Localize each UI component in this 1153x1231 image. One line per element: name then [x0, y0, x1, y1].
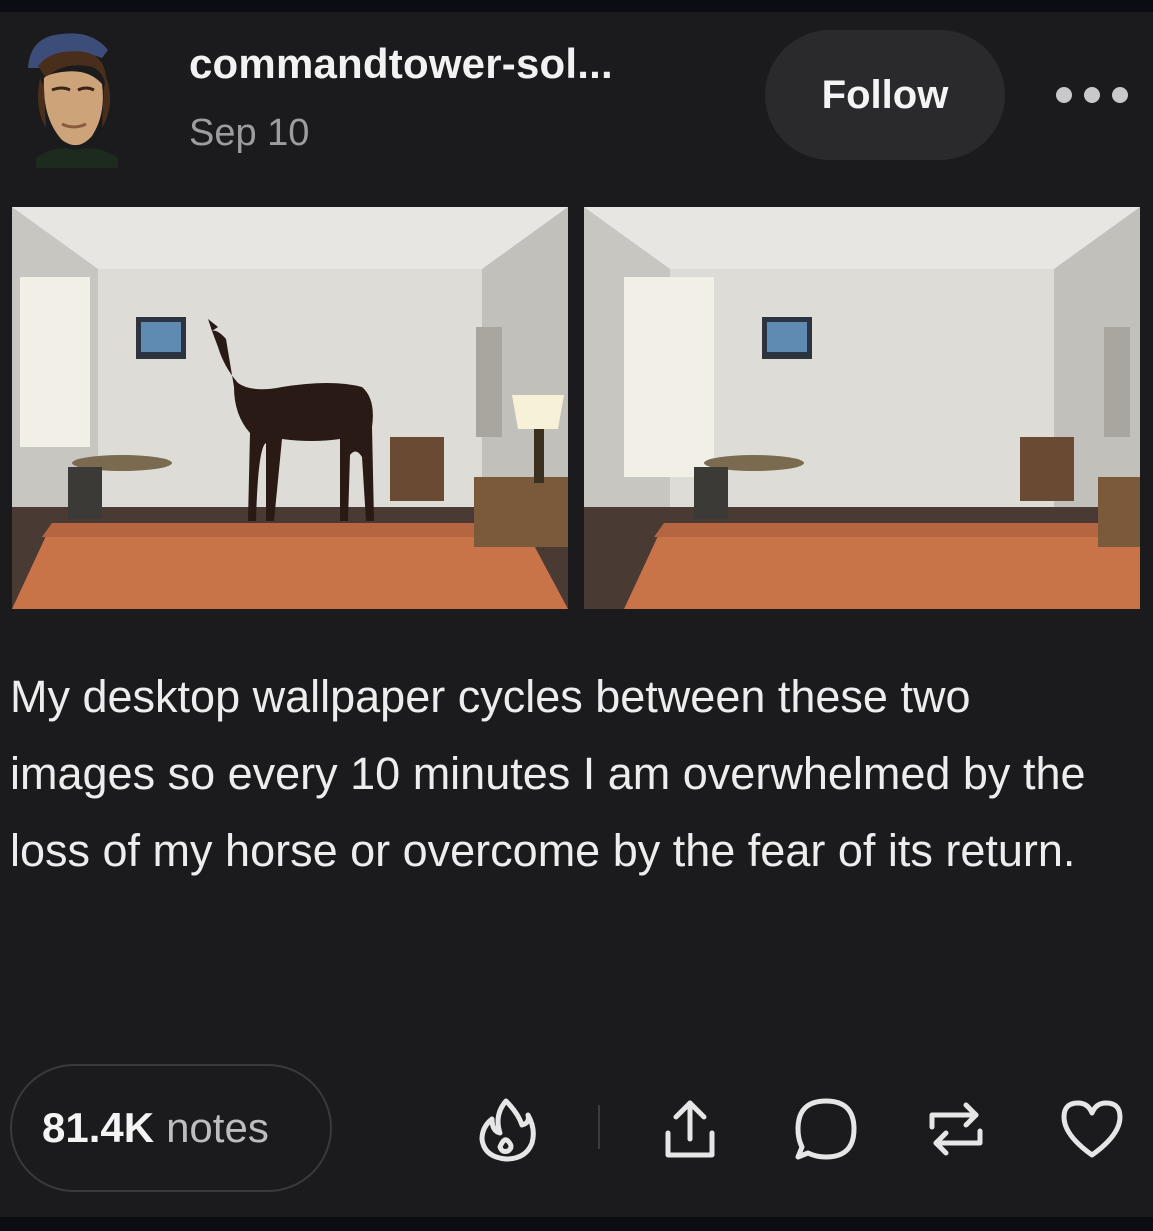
username[interactable]: commandtower-sol... — [189, 40, 613, 88]
reblog-icon[interactable] — [920, 1093, 992, 1165]
flame-icon[interactable] — [470, 1093, 542, 1165]
heart-icon[interactable] — [1056, 1093, 1128, 1165]
comment-icon[interactable] — [790, 1093, 862, 1165]
hotel-room-empty-image[interactable] — [584, 207, 1140, 609]
follow-button[interactable]: Follow — [765, 30, 1005, 160]
frame-top — [0, 0, 1153, 12]
ellipsis-icon[interactable] — [1056, 80, 1128, 110]
avatar[interactable] — [22, 28, 130, 168]
divider — [598, 1105, 600, 1149]
post-date: Sep 10 — [189, 112, 310, 154]
post-card: commandtower-sol... Sep 10 Follow My des… — [0, 0, 1153, 1231]
hotel-room-with-horse-image[interactable] — [12, 207, 568, 609]
notes-label: notes — [166, 1104, 269, 1151]
frame-bottom — [0, 1217, 1153, 1231]
post-caption: My desktop wallpaper cycles between thes… — [10, 671, 1086, 876]
notes-count: 81.4K — [42, 1104, 155, 1151]
share-icon[interactable] — [654, 1093, 726, 1165]
notes-button[interactable]: 81.4K notes — [10, 1064, 332, 1192]
